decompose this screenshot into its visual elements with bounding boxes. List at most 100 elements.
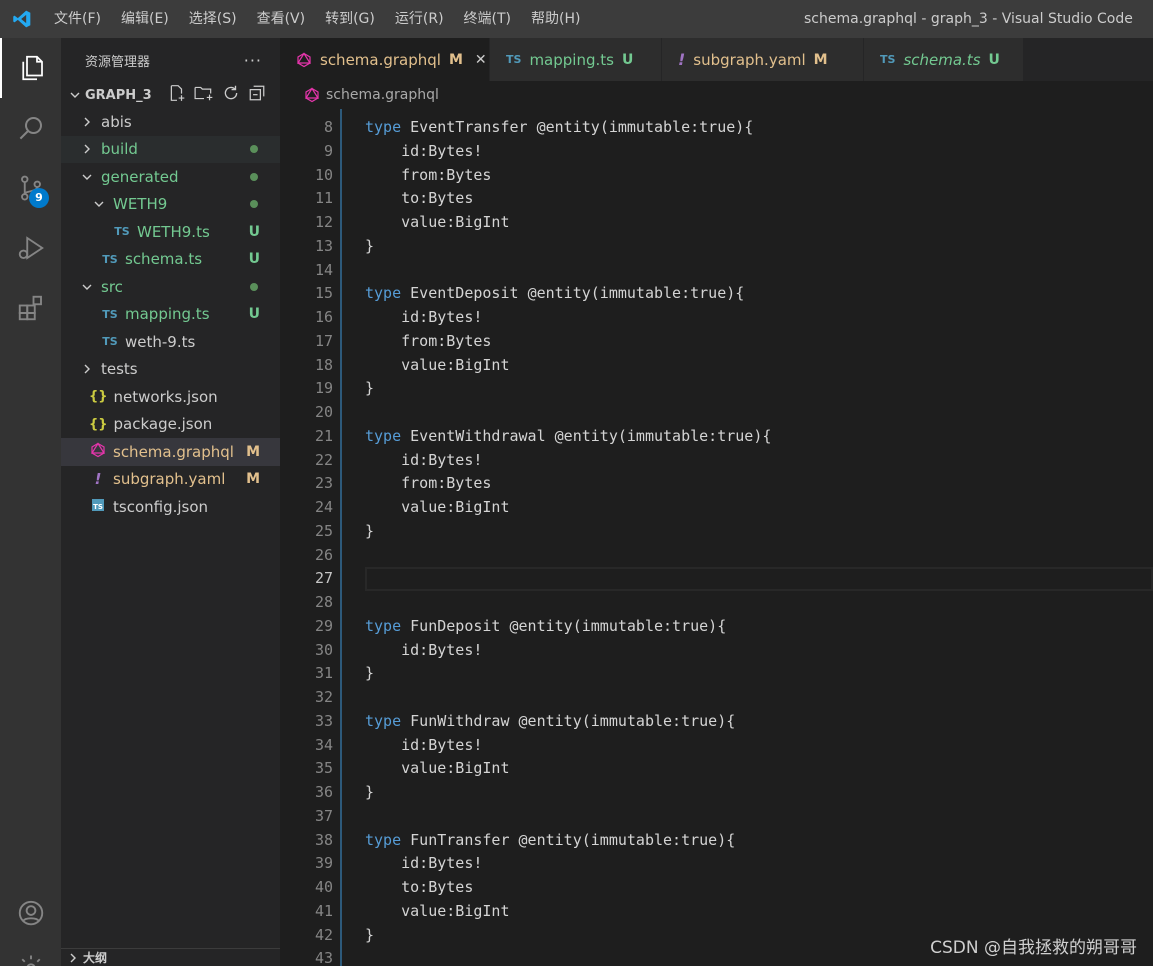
search-icon[interactable]: [0, 98, 61, 158]
tree-folder[interactable]: abis: [61, 108, 280, 136]
code-line[interactable]: 24 value:BigInt: [280, 496, 1153, 520]
tree-folder[interactable]: build: [61, 135, 280, 163]
code-line[interactable]: 18 value:BigInt: [280, 354, 1153, 378]
code-line[interactable]: 26: [280, 544, 1153, 568]
menu-item[interactable]: 文件(F): [44, 0, 111, 38]
tree-folder[interactable]: WETH9: [61, 191, 280, 219]
code-line[interactable]: 8 type EventTransfer @entity(immutable:tr…: [280, 116, 1153, 140]
tab-status-badge: M: [448, 51, 463, 68]
editor-tab[interactable]: schema.graphql M ✕: [280, 38, 490, 81]
code-line[interactable]: 23 from:Bytes: [280, 472, 1153, 496]
tree-item-label: schema.ts: [125, 250, 203, 269]
tree-file[interactable]: {} package.json: [61, 411, 280, 439]
tree-file[interactable]: ! subgraph.yaml M: [61, 466, 280, 494]
more-actions-icon[interactable]: ···: [244, 51, 262, 70]
workspace-section-header[interactable]: GRAPH_3: [61, 82, 280, 108]
code-line[interactable]: 31}: [280, 662, 1153, 686]
refresh-icon[interactable]: [222, 84, 240, 106]
line-number: 9: [323, 141, 333, 160]
code-line[interactable]: 29 type FunDeposit @entity(immutable:true…: [280, 615, 1153, 639]
code-line[interactable]: 9 id:Bytes!: [280, 140, 1153, 164]
menu-item[interactable]: 转到(G): [315, 0, 385, 38]
run-debug-icon[interactable]: [0, 218, 61, 278]
menu-item[interactable]: 选择(S): [179, 0, 247, 38]
menu-item[interactable]: 编辑(E): [111, 0, 179, 38]
code-line[interactable]: 41 value:BigInt: [280, 900, 1153, 924]
code-line[interactable]: 16 id:Bytes!: [280, 306, 1153, 330]
editor-tab[interactable]: TS mapping.ts U: [490, 38, 662, 81]
code-editor[interactable]: 8 type EventTransfer @entity(immutable:tr…: [280, 109, 1153, 966]
typescript-file-icon: TS: [880, 53, 896, 66]
extensions-icon[interactable]: [0, 278, 61, 338]
code-text: type EventWithdrawal @entity(immutable:t…: [365, 426, 772, 445]
editor-tab[interactable]: TS schema.ts U: [864, 38, 1024, 81]
code-line[interactable]: 15 type EventDeposit @entity(immutable:tr…: [280, 282, 1153, 306]
code-line[interactable]: 12 value:BigInt: [280, 211, 1153, 235]
menu-item[interactable]: 查看(V): [247, 0, 316, 38]
tree-file[interactable]: TS schema.ts U: [61, 246, 280, 274]
watermark: CSDN @自我拯救的朔哥哥: [930, 938, 1137, 958]
close-tab-icon[interactable]: ✕: [475, 52, 487, 68]
editor-tab[interactable]: ! subgraph.yaml M: [662, 38, 864, 81]
title-bar: 文件(F) 编辑(E) 选择(S) 查看(V) 转到(G) 运行(R) 终端(T) 帮助(H)…: [0, 0, 1153, 38]
explorer-icon[interactable]: [0, 38, 61, 98]
code-line[interactable]: 19}: [280, 377, 1153, 401]
line-number: 42: [314, 925, 333, 944]
tree-folder[interactable]: src: [61, 273, 280, 301]
code-line[interactable]: 11 to:Bytes: [280, 187, 1153, 211]
line-number: 39: [314, 854, 333, 873]
code-line[interactable]: 13}: [280, 235, 1153, 259]
code-text: to:Bytes: [365, 189, 474, 208]
tree-folder[interactable]: tests: [61, 356, 280, 384]
code-line[interactable]: 36}: [280, 781, 1153, 805]
tree-folder[interactable]: generated: [61, 163, 280, 191]
new-folder-icon[interactable]: [194, 84, 214, 106]
menu-item[interactable]: 终端(T): [454, 0, 521, 38]
code-line[interactable]: 37: [280, 805, 1153, 829]
code-line[interactable]: 25}: [280, 520, 1153, 544]
tree-file[interactable]: TS tsconfig.json: [61, 493, 280, 521]
code-line[interactable]: 22 id:Bytes!: [280, 449, 1153, 473]
code-line[interactable]: 21 type EventWithdrawal @entity(immutable…: [280, 425, 1153, 449]
source-control-icon[interactable]: 9: [0, 158, 61, 218]
tree-file[interactable]: TS weth-9.ts: [61, 328, 280, 356]
vscode-logo-icon[interactable]: [0, 0, 44, 38]
code-line[interactable]: 28: [280, 591, 1153, 615]
code-line[interactable]: 40 to:Bytes: [280, 876, 1153, 900]
account-icon[interactable]: [0, 883, 61, 943]
code-line[interactable]: 30 id:Bytes!: [280, 639, 1153, 663]
git-status-badge: U: [248, 306, 260, 323]
code-line[interactable]: 32: [280, 686, 1153, 710]
typescript-file-icon: TS: [114, 225, 130, 239]
code-line[interactable]: 33 type FunWithdraw @entity(immutable:tru…: [280, 710, 1153, 734]
code-line[interactable]: 38 type FunTransfer @entity(immutable:tru…: [280, 829, 1153, 853]
line-number: 27: [314, 569, 333, 588]
tree-file[interactable]: schema.graphql M: [61, 438, 280, 466]
code-line[interactable]: 20: [280, 401, 1153, 425]
breadcrumb[interactable]: schema.graphql: [280, 81, 1153, 109]
tree-item-label: weth-9.ts: [125, 332, 196, 351]
code-line[interactable]: 39 id:Bytes!: [280, 852, 1153, 876]
menu-item[interactable]: 运行(R): [385, 0, 454, 38]
code-text: from:Bytes: [365, 165, 492, 184]
code-line[interactable]: 34 id:Bytes!: [280, 734, 1153, 758]
new-file-icon[interactable]: [168, 84, 186, 106]
line-number: 14: [314, 260, 333, 279]
settings-gear-icon[interactable]: [0, 938, 61, 966]
tree-file[interactable]: TS mapping.ts U: [61, 301, 280, 329]
tree-file[interactable]: TS WETH9.ts U: [61, 218, 280, 246]
code-line[interactable]: 35 value:BigInt: [280, 757, 1153, 781]
code-line[interactable]: 27: [280, 567, 1153, 591]
graphql-file-icon: [296, 51, 312, 68]
collapse-all-icon[interactable]: [248, 84, 266, 106]
code-text: }: [365, 236, 375, 255]
code-line[interactable]: 14: [280, 259, 1153, 283]
code-line[interactable]: 17 from:Bytes: [280, 330, 1153, 354]
tree-file[interactable]: {} networks.json: [61, 383, 280, 411]
workspace-name: GRAPH_3: [85, 87, 152, 103]
tree-item-label: build: [101, 140, 138, 159]
svg-text:TS: TS: [93, 503, 103, 511]
outline-section-header[interactable]: 大纲: [61, 948, 280, 966]
code-line[interactable]: 10 from:Bytes: [280, 164, 1153, 188]
menu-item[interactable]: 帮助(H): [521, 0, 590, 38]
